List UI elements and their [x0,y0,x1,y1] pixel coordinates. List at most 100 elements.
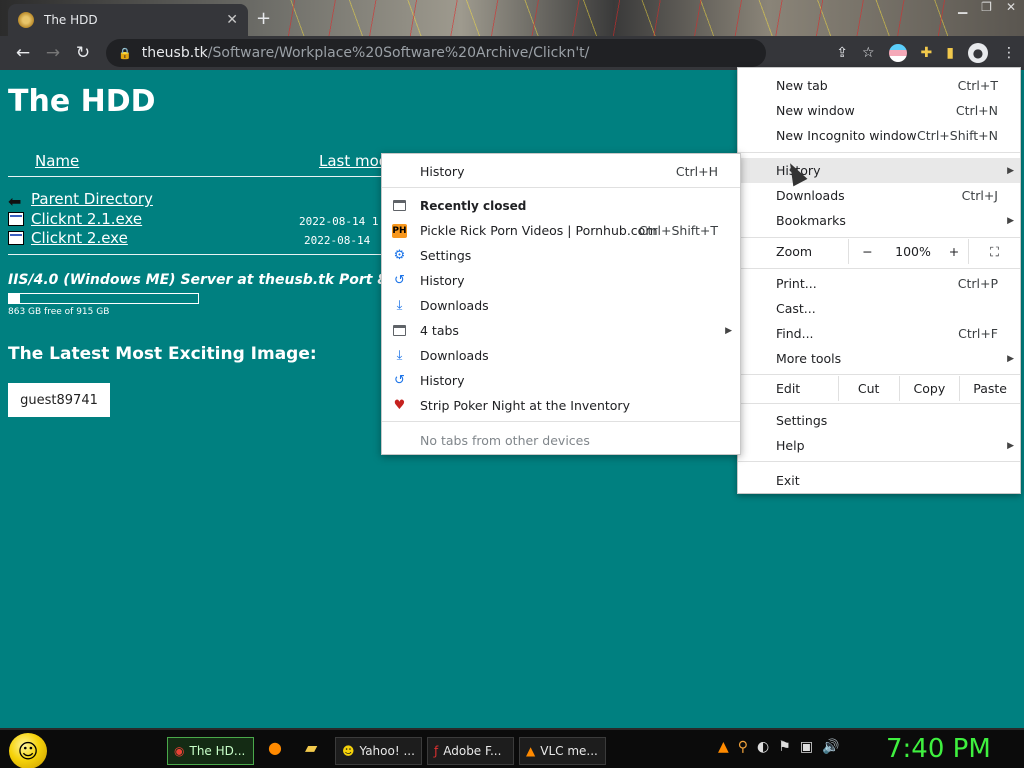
parent-directory-link[interactable]: Parent Directory [31,190,153,208]
menu-separator [738,461,1020,462]
menu-item-more-tools[interactable]: More tools ▶ [738,346,1020,371]
zoom-row: Zoom − 100% + ⛶ [738,239,1020,264]
vlc-tray-icon[interactable]: ▲ [718,739,729,755]
file-link[interactable]: Clicknt 2.1.exe [31,210,142,228]
recently-closed-header: Recently closed [382,193,740,218]
fullscreen-icon[interactable]: ⛶ [968,239,1020,264]
reload-icon[interactable]: ↻ [68,38,98,68]
taskbar-clock[interactable]: 7:40 PM [886,734,991,764]
menu-item-bookmarks[interactable]: Bookmarks ▶ [738,208,1020,233]
url-path: /Software/Workplace%20Software%20Archive… [207,45,590,61]
menu-item-new-incognito[interactable]: New Incognito window Ctrl+Shift+N [738,123,1020,148]
submenu-arrow-icon: ▶ [1007,353,1014,364]
flag-tray-icon[interactable]: ⚑ [778,739,791,755]
close-window-icon[interactable]: ✕ [1006,0,1016,14]
copy-button[interactable]: Copy [898,376,960,401]
edit-row: Edit Cut Copy Paste [738,376,1020,401]
system-tray: ▲ ⚲ ◐ ⚑ ▣ 🔊 [718,739,840,755]
menu-item-exit[interactable]: Exit [738,468,1020,493]
file-link[interactable]: Clicknt 2.exe [31,229,128,247]
menu-separator [738,403,1020,404]
side-panel-icon[interactable]: ▮ [946,45,954,61]
history-item-history[interactable]: ↺ History [382,268,740,293]
column-header-modified[interactable]: Last mod [319,152,388,170]
forward-icon[interactable]: → [38,38,68,68]
profile-avatar-icon[interactable]: ● [968,43,988,63]
submenu-arrow-icon: ▶ [725,325,732,336]
menu-item-settings[interactable]: Settings [738,408,1020,433]
history-item-strip-poker[interactable]: ♥ Strip Poker Night at the Inventory [382,393,740,418]
disk-free-text: 863 GB free of 915 GB [8,307,110,317]
submenu-history[interactable]: History Ctrl+H [382,159,740,184]
taskbar-button-chrome[interactable]: ◉ The HD... [167,737,254,765]
bookmark-star-icon[interactable]: ☆ [862,45,875,61]
submenu-arrow-icon: ▶ [1007,215,1014,226]
restore-icon[interactable]: ❐ [981,0,992,14]
profile-flag-icon[interactable] [888,44,907,62]
globe-tray-icon[interactable]: ◐ [757,739,769,755]
menu-separator [738,152,1020,153]
firefox-icon[interactable]: ● [268,738,282,757]
history-item-4-tabs[interactable]: 4 tabs ▶ [382,318,740,343]
menu-item-history[interactable]: History ▶ [738,158,1020,183]
download-icon: ⤓ [396,348,403,363]
disk-usage-bar [8,293,199,304]
address-bar[interactable]: 🔒 theusb.tk/Software/Workplace%20Softwar… [106,39,766,67]
taskbar-button-adobe[interactable]: ƒ Adobe F... [427,737,514,765]
edit-label: Edit [776,381,801,396]
back-icon[interactable]: ← [8,38,38,68]
disk-usage-fill [9,294,20,303]
paste-button[interactable]: Paste [959,376,1020,401]
taskbar-button-vlc[interactable]: ▲ VLC me... [519,737,606,765]
history-item-settings[interactable]: ⚙ Settings [382,243,740,268]
submenu-arrow-icon: ▶ [1007,165,1014,176]
menu-item-find[interactable]: Find... Ctrl+F [738,321,1020,346]
history-item-downloads[interactable]: ⤓ Downloads [382,343,740,368]
history-item-downloads[interactable]: ⤓ Downloads [382,293,740,318]
zoom-value: 100% [895,244,931,259]
tab-close-icon[interactable]: ✕ [226,12,238,28]
url-host: theusb.tk [141,45,208,61]
history-item-history[interactable]: ↺ History [382,368,740,393]
menu-item-print[interactable]: Print... Ctrl+P [738,271,1020,296]
search-tray-icon[interactable]: ⚲ [738,739,748,755]
history-icon: ↺ [394,273,405,288]
history-item-pornhub[interactable]: PH Pickle Rick Porn Videos | Pornhub.com… [382,218,740,243]
menu-item-cast[interactable]: Cast... [738,296,1020,321]
lock-icon[interactable]: 🔒 [118,47,132,60]
taskbar-button-yahoo[interactable]: ☻ Yahoo! ... [335,737,422,765]
cut-button[interactable]: Cut [837,376,899,401]
ph-icon: PH [392,223,407,238]
file-icon [8,231,24,245]
zoom-label: Zoom [776,244,813,259]
chrome-main-menu: New tab Ctrl+T New window Ctrl+N New Incog… [737,67,1021,494]
browser-toolbar: ← → ↻ 🔒 theusb.tk/Software/Workplace%20S… [0,36,1024,70]
kebab-menu-icon[interactable]: ⋮ [1002,45,1016,61]
menu-item-new-tab[interactable]: New tab Ctrl+T [738,73,1020,98]
taskbar: ☺ ● ▰ ◉ The HD... ☻ Yahoo! ... ƒ Adobe F...… [0,728,1024,768]
extensions-puzzle-icon[interactable]: ✚ [921,45,933,61]
file-row: Clicknt 2.exe [8,229,128,247]
tab-title: The HDD [44,13,98,27]
network-tray-icon[interactable]: ▣ [800,739,813,755]
zoom-in-button[interactable]: + [940,239,968,264]
chrome-icon: ◉ [174,744,185,758]
menu-separator [738,268,1020,269]
browser-tab[interactable]: The HDD ✕ [8,4,248,36]
guest-label: guest89741 [8,383,110,417]
site-favicon-icon [18,12,34,28]
zoom-out-button[interactable]: − [848,239,886,264]
download-icon: ⤓ [396,298,403,313]
folder-icon[interactable]: ▰ [305,738,317,757]
heart-icon: ♥ [393,398,406,413]
menu-separator [382,421,740,422]
volume-tray-icon[interactable]: 🔊 [822,739,839,755]
menu-item-help[interactable]: Help ▶ [738,433,1020,458]
share-icon[interactable]: ⇪ [836,45,848,61]
minimize-icon[interactable]: ▁ [958,0,967,14]
new-tab-icon[interactable]: + [256,8,271,29]
menu-item-new-window[interactable]: New window Ctrl+N [738,98,1020,123]
menu-item-downloads[interactable]: Downloads Ctrl+J [738,183,1020,208]
column-header-name[interactable]: Name [35,152,79,170]
start-smiley-icon[interactable]: ☺ [9,733,47,768]
